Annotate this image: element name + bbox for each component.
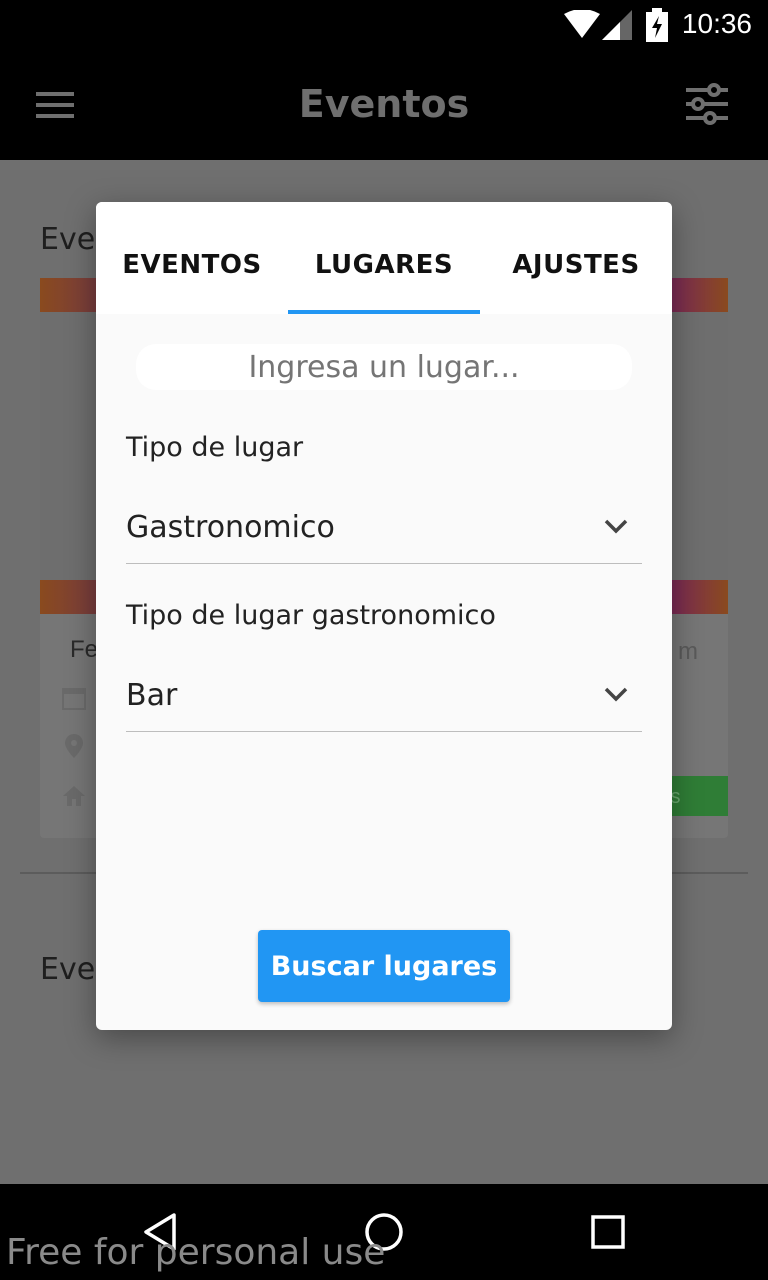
status-time: 10:36 [681,8,752,39]
tab-ajustes[interactable]: AJUSTES [480,202,672,314]
search-dialog: EVENTOS LUGARES AJUSTES Tipo de lugar Ga… [96,202,672,1030]
gastronomic-type-select[interactable]: Bar [126,670,642,732]
status-bar: 10:36 [0,0,768,50]
app-bar: Eventos [0,50,768,160]
search-places-button[interactable]: Buscar lugares [258,930,510,1002]
event-card-title-extra: m [678,638,698,665]
battery-icon [646,8,668,42]
calendar-icon [62,688,86,710]
place-type-value: Gastronomico [126,510,335,545]
gastronomic-type-value: Bar [126,678,178,713]
event-card-title: Fe [70,636,99,663]
watermark-text: Free for personal use [6,1232,386,1273]
tab-eventos[interactable]: EVENTOS [96,202,288,314]
tab-indicator [288,310,480,314]
tab-label: LUGARES [314,250,454,280]
tab-lugares[interactable]: LUGARES [288,202,480,314]
location-pin-icon [65,734,83,758]
place-type-select[interactable]: Gastronomico [126,502,642,564]
wifi-icon [564,10,600,38]
tab-label: EVENTOS [122,250,262,280]
signal-icon [602,10,632,40]
chevron-down-icon [604,687,628,702]
filter-settings-icon[interactable] [684,82,730,126]
dialog-tabs: EVENTOS LUGARES AJUSTES [96,202,672,314]
section-title: Eve [40,222,96,257]
home-icon [63,786,85,806]
chevron-down-icon [604,519,628,534]
section-title-2: Eve [40,952,96,987]
place-search-input[interactable] [136,344,632,390]
recents-icon[interactable] [590,1214,626,1250]
app-title: Eventos [298,82,470,126]
place-type-label: Tipo de lugar [126,432,304,463]
tab-label: AJUSTES [512,250,640,280]
gastronomic-type-label: Tipo de lugar gastronomico [126,600,496,631]
